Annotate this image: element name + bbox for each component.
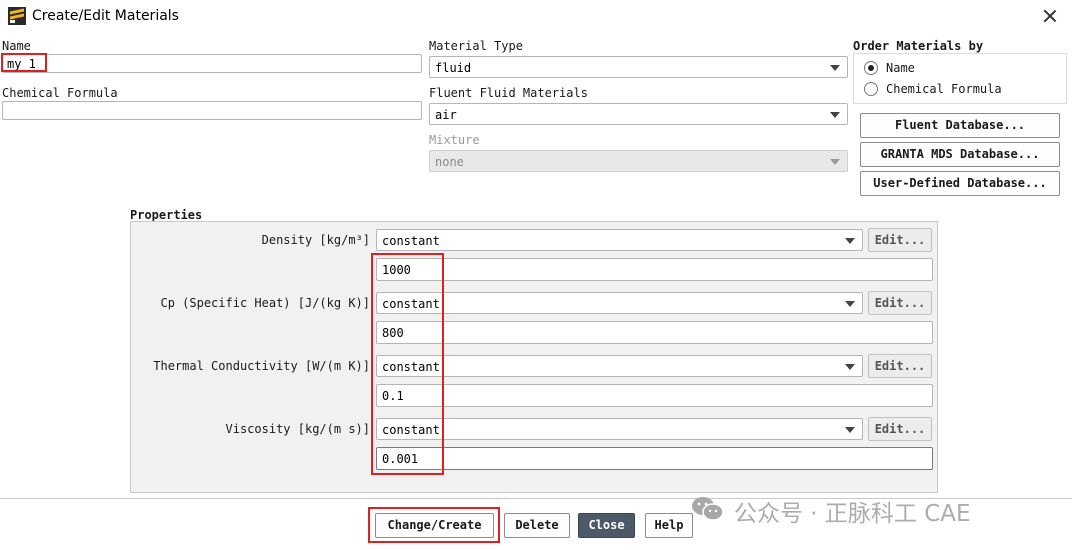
chevron-down-icon: [845, 301, 855, 307]
order-by-name-radio[interactable]: [864, 61, 878, 75]
fluent-fluid-materials-label: Fluent Fluid Materials: [429, 86, 588, 100]
title-bar: Create/Edit Materials: [0, 0, 1072, 34]
order-materials-radio-group: Name Chemical Formula: [853, 53, 1067, 104]
cp-method-value: constant: [382, 297, 440, 311]
properties-label: Properties: [130, 208, 203, 222]
density-label: Density [kg/m³]: [261, 233, 370, 247]
order-by-formula-radio[interactable]: [864, 82, 878, 96]
help-button[interactable]: Help: [645, 513, 693, 538]
mixture-label: Mixture: [429, 133, 480, 147]
fluent-app-icon: [8, 7, 26, 25]
thermal-conductivity-label: Thermal Conductivity [W/(m K)]: [153, 359, 370, 373]
mixture-dropdown: none: [429, 150, 848, 172]
cp-label: Cp (Specific Heat) [J/(kg K)]: [160, 296, 370, 310]
thermal-conductivity-value-input[interactable]: [376, 384, 933, 407]
watermark-text: 公众号 · 正脉科工 CAE: [734, 501, 971, 527]
granta-mds-database-button[interactable]: GRANTA MDS Database...: [860, 142, 1060, 167]
order-materials-by-label: Order Materials by: [853, 39, 984, 53]
material-type-dropdown[interactable]: fluid: [429, 56, 848, 78]
thermal-conductivity-method-dropdown[interactable]: constant: [376, 355, 863, 377]
viscosity-value-input[interactable]: [376, 447, 933, 470]
density-method-dropdown[interactable]: constant: [376, 229, 863, 251]
thermal-conductivity-method-value: constant: [382, 360, 440, 374]
viscosity-method-dropdown[interactable]: constant: [376, 418, 863, 440]
close-icon[interactable]: [1040, 6, 1060, 26]
material-type-value: fluid: [435, 61, 472, 75]
cp-edit-button[interactable]: Edit...: [868, 291, 932, 315]
chevron-down-icon: [830, 159, 840, 165]
thermal-conductivity-edit-button[interactable]: Edit...: [868, 354, 932, 378]
chevron-down-icon: [845, 427, 855, 433]
order-by-name-label: Name: [886, 61, 915, 75]
mixture-value: none: [435, 155, 464, 169]
chevron-down-icon: [845, 364, 855, 370]
change-create-button[interactable]: Change/Create: [375, 513, 494, 538]
user-defined-database-button[interactable]: User-Defined Database...: [860, 171, 1060, 196]
chemical-formula-input[interactable]: [2, 101, 422, 120]
density-value-input[interactable]: [376, 258, 933, 281]
cp-method-dropdown[interactable]: constant: [376, 292, 863, 314]
viscosity-label: Viscosity [kg/(m s)]: [225, 422, 371, 436]
name-label: Name: [2, 39, 31, 53]
close-button[interactable]: Close: [578, 513, 635, 538]
chemical-formula-label: Chemical Formula: [2, 86, 118, 100]
chevron-down-icon: [830, 112, 840, 118]
chevron-down-icon: [830, 65, 840, 71]
order-by-formula-label: Chemical Formula: [886, 82, 1002, 96]
viscosity-method-value: constant: [382, 423, 440, 437]
wechat-icon: [692, 497, 724, 521]
cp-value-input[interactable]: [376, 321, 933, 344]
density-edit-button[interactable]: Edit...: [868, 228, 932, 252]
window-title: Create/Edit Materials: [32, 8, 179, 24]
name-input[interactable]: [2, 54, 422, 73]
fluent-database-button[interactable]: Fluent Database...: [860, 113, 1060, 138]
fluent-fluid-materials-dropdown[interactable]: air: [429, 103, 848, 125]
delete-button[interactable]: Delete: [504, 513, 570, 538]
density-method-value: constant: [382, 234, 440, 248]
fluent-fluid-materials-value: air: [435, 108, 457, 122]
chevron-down-icon: [845, 238, 855, 244]
material-type-label: Material Type: [429, 39, 523, 53]
viscosity-edit-button[interactable]: Edit...: [868, 417, 932, 441]
